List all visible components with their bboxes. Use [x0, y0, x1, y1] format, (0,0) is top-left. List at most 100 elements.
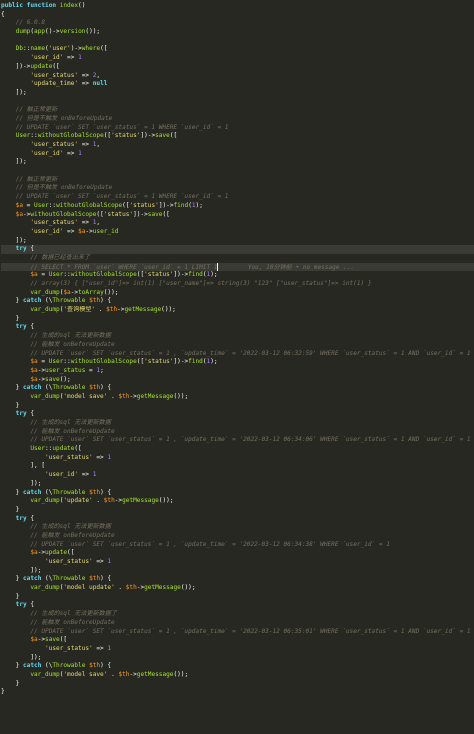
code-line[interactable]: $a = User::withoutGlobalScope(['status']… [1, 202, 474, 211]
code-line[interactable]: } catch (\Throwable $th) { [1, 384, 474, 393]
code-line[interactable]: try { [1, 601, 474, 610]
code-line[interactable]: } [1, 688, 474, 697]
code-line[interactable]: // 触正常更新 [1, 106, 474, 115]
code-line[interactable]: } catch (\Throwable $th) { [1, 662, 474, 671]
code-token: $a [1, 271, 38, 279]
code-line[interactable]: var_dump('model save' . $th->getMessage(… [1, 671, 474, 680]
code-token: getMessage [144, 584, 181, 592]
code-area[interactable]: public function index(){ // 6.0.8 dump(a… [1, 2, 474, 697]
code-line[interactable]: // 能触发 onBeforeUpdate [1, 619, 474, 628]
code-line[interactable] [1, 37, 474, 46]
code-line[interactable]: // 生成的sql 无法更新数据 [1, 332, 474, 341]
code-line[interactable]: $a->update([ [1, 549, 474, 558]
code-line[interactable]: 'user_status' => 1, [1, 219, 474, 228]
code-line[interactable]: 'user_status' => 1 [1, 558, 474, 567]
code-token: // 触正常更新 [1, 106, 58, 114]
code-line[interactable]: } [1, 402, 474, 411]
code-line[interactable]: // UPDATE `user` SET `user_status` = 1 ,… [1, 541, 474, 550]
code-line[interactable]: // UPDATE `user` SET `user_status` = 1 ,… [1, 628, 474, 637]
code-line[interactable]: $a = User::withoutGlobalScope(['status']… [1, 271, 474, 280]
code-line[interactable]: try { [1, 323, 474, 332]
code-line[interactable]: } [1, 506, 474, 515]
code-line[interactable]: try { [1, 410, 474, 419]
code-token: Throwable [52, 575, 86, 583]
code-line[interactable]: try { [1, 245, 474, 254]
code-line[interactable]: // 能触发 onBeforeUpdate [1, 532, 474, 541]
code-line[interactable]: var_dump($a->toArray()); [1, 289, 474, 298]
code-line[interactable]: try { [1, 515, 474, 524]
code-line[interactable]: // 生成的sql 无法更新数据 [1, 419, 474, 428]
code-line[interactable]: var_dump('model save' . $th->getMessage(… [1, 393, 474, 402]
code-line[interactable] [1, 167, 474, 176]
code-line[interactable]: 'user_status' => 2, [1, 72, 474, 81]
code-token: . [92, 497, 104, 505]
code-line[interactable]: public function index() [1, 2, 474, 11]
code-line[interactable]: $a->withoutGlobalScope(['status'])->save… [1, 211, 474, 220]
code-line[interactable]: // UPDATE `user` SET `user_status` = 1 ,… [1, 436, 474, 445]
code-line[interactable]: // 能触发 onBeforeUpdate [1, 341, 474, 350]
code-line[interactable]: } catch (\Throwable $th) { [1, 297, 474, 306]
code-line[interactable]: ]); [1, 89, 474, 98]
code-line[interactable]: var_dump('查询模型' . $th->getMessage()); [1, 306, 474, 315]
code-line[interactable]: 'user_status' => 1, [1, 141, 474, 150]
code-line[interactable]: // 但是不触发 onBeforeUpdate [1, 115, 474, 124]
code-line[interactable]: } catch (\Throwable $th) { [1, 575, 474, 584]
code-line[interactable]: Db::name('user')->where([ [1, 45, 474, 54]
code-line[interactable]: // 生成的sql 无法更新数据了 [1, 610, 474, 619]
code-token: $a [1, 549, 38, 557]
code-line[interactable]: $a->save([ [1, 636, 474, 645]
code-line[interactable]: var_dump('model update' . $th->getMessag… [1, 584, 474, 593]
code-line[interactable]: ])->update([ [1, 63, 474, 72]
code-token: withoutGlobalScope [70, 271, 137, 279]
code-line[interactable]: // 触正常更新 [1, 176, 474, 185]
code-line[interactable]: { [1, 11, 474, 20]
code-token: 1 [78, 54, 82, 62]
code-line[interactable] [1, 98, 474, 107]
code-line[interactable]: 'user_id' => $a->user_id [1, 228, 474, 237]
code-line[interactable]: // UPDATE `user` SET `user_status` = 1 W… [1, 193, 474, 202]
code-line[interactable]: ]); [1, 237, 474, 246]
code-line[interactable]: // array(3) { ["user_id"]=> int(1) ["use… [1, 280, 474, 289]
code-line[interactable]: } [1, 315, 474, 324]
code-line[interactable]: ]); [1, 480, 474, 489]
code-line[interactable]: // UPDATE `user` SET `user_status` = 1 W… [1, 124, 474, 133]
code-line[interactable]: } catch (\Throwable $th) { [1, 489, 474, 498]
code-line[interactable]: 'user_id' => 1 [1, 471, 474, 480]
code-line[interactable]: // 生成的sql 无法更新数据 [1, 523, 474, 532]
code-line[interactable]: // UPDATE `user` SET `user_status` = 1 ,… [1, 350, 474, 359]
code-token: ()); [85, 28, 101, 36]
code-line[interactable]: $a->save(); [1, 376, 474, 385]
code-line[interactable]: $a = User::withoutGlobalScope(['status']… [1, 358, 474, 367]
code-token: 'model save' [63, 670, 108, 678]
code-token: var_dump [1, 584, 60, 592]
code-line[interactable]: ]); [1, 654, 474, 663]
code-line[interactable]: ], [ [1, 462, 474, 471]
code-line[interactable]: ]); [1, 158, 474, 167]
code-line[interactable]: // 数据已经查出来了 [1, 254, 474, 263]
code-line[interactable]: User::withoutGlobalScope(['status'])->sa… [1, 132, 474, 141]
code-token: -> [114, 497, 123, 505]
code-line[interactable]: 'user_id' => 1 [1, 54, 474, 63]
code-line[interactable]: User::update([ [1, 445, 474, 454]
code-token: => [92, 453, 108, 461]
code-token: // 6.0.8 [1, 19, 46, 27]
code-line[interactable]: // 能触发 onBeforeUpdate [1, 428, 474, 437]
code-editor[interactable]: public function index(){ // 6.0.8 dump(a… [0, 0, 474, 734]
code-token: 1 [92, 471, 97, 479]
code-line[interactable]: ]); [1, 567, 474, 576]
code-line[interactable]: $a->user_status = 1; [1, 367, 474, 376]
code-line[interactable]: // 但是不触发 onBeforeUpdate [1, 184, 474, 193]
code-line[interactable]: 'user_status' => 1 [1, 454, 474, 463]
code-line[interactable]: } [1, 680, 474, 689]
code-line[interactable]: 'user_id' => 1 [1, 150, 474, 159]
code-token: $th [85, 384, 101, 392]
code-line[interactable]: 'update_time' => null [1, 80, 474, 89]
code-line[interactable]: dump(app()->version()); [1, 28, 474, 37]
code-line[interactable]: var_dump('update' . $th->getMessage()); [1, 497, 474, 506]
code-line[interactable]: } [1, 593, 474, 602]
code-token: user_id [92, 227, 119, 235]
code-token: // 能触发 onBeforeUpdate [1, 427, 115, 435]
code-line[interactable]: // 6.0.8 [1, 19, 474, 28]
code-line[interactable]: // SELECT * FROM `user` WHERE `user_id` … [1, 262, 474, 272]
code-line[interactable]: 'user_status' => 1 [1, 645, 474, 654]
